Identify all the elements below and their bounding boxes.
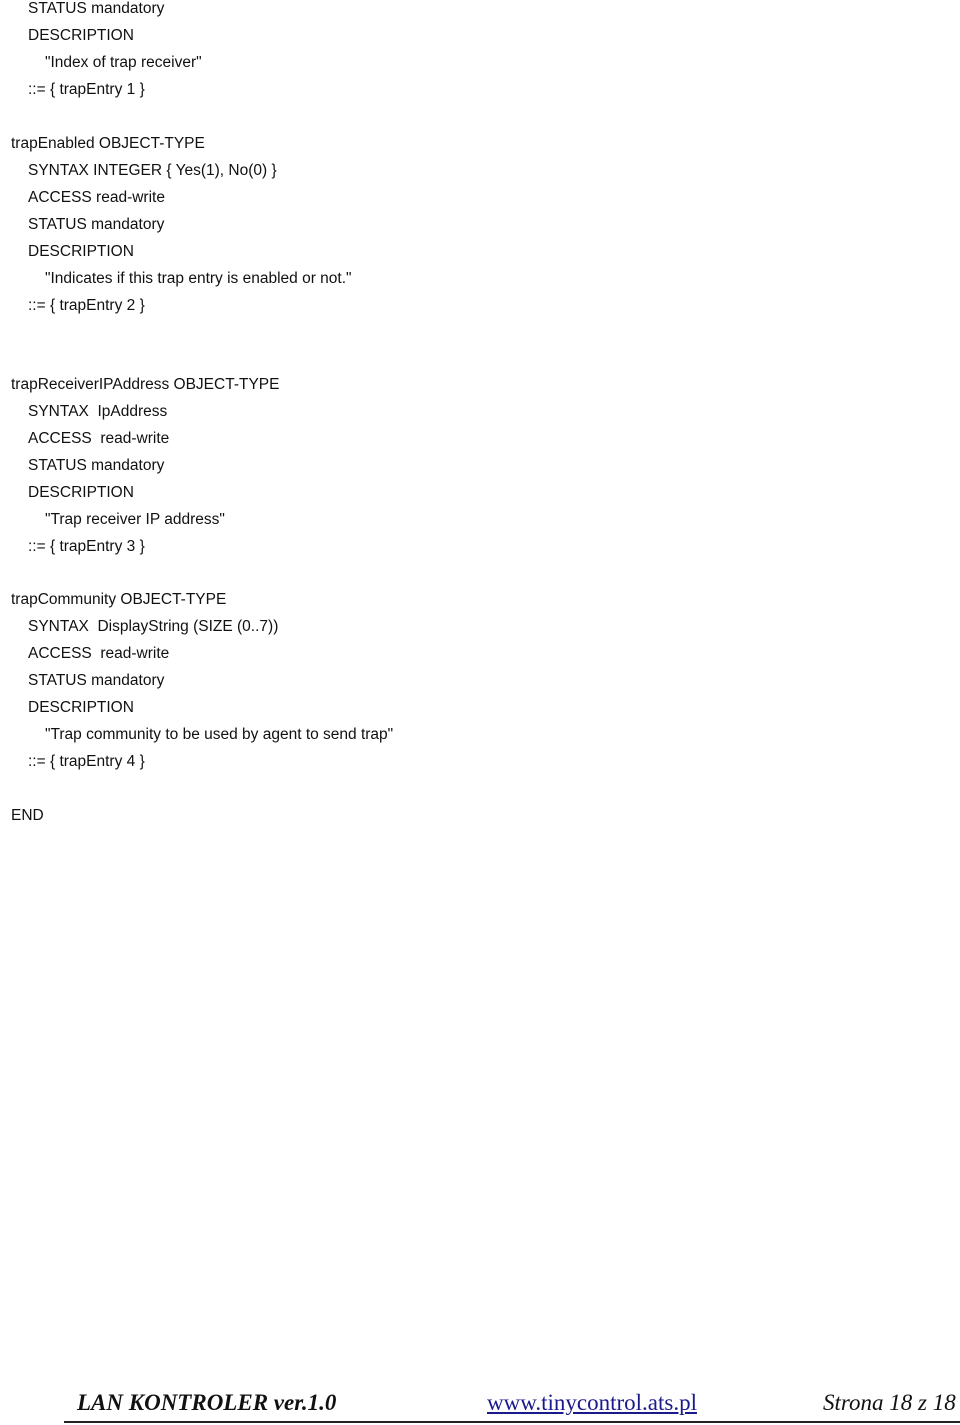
page-footer: LAN KONTROLER ver.1.0 www.tinycontrol.at… bbox=[0, 1390, 960, 1425]
page-number: Strona 18 z 18 bbox=[823, 1390, 956, 1415]
mib-line: STATUS mandatory bbox=[28, 0, 165, 17]
mib-line: "Indicates if this trap entry is enabled… bbox=[45, 270, 352, 287]
mib-object-heading: trapEnabled OBJECT-TYPE bbox=[11, 135, 205, 152]
mib-line: SYNTAX IpAddress bbox=[28, 403, 168, 420]
footer-divider bbox=[64, 1421, 960, 1423]
mib-line: ACCESS read-write bbox=[28, 645, 170, 662]
mib-line: ACCESS read-write bbox=[28, 430, 170, 447]
mib-line: "Index of trap receiver" bbox=[45, 54, 202, 71]
mib-line: ::= { trapEntry 3 } bbox=[28, 538, 145, 555]
mib-object-heading: trapReceiverIPAddress OBJECT-TYPE bbox=[11, 376, 280, 393]
mib-object-heading: trapCommunity OBJECT-TYPE bbox=[11, 591, 227, 608]
mib-line: "Trap receiver IP address" bbox=[45, 511, 225, 528]
footer-title: LAN KONTROLER ver.1.0 bbox=[77, 1390, 337, 1415]
mib-line: ::= { trapEntry 1 } bbox=[28, 81, 145, 98]
mib-line: ::= { trapEntry 4 } bbox=[28, 753, 145, 770]
mib-line: SYNTAX DisplayString (SIZE (0..7)) bbox=[28, 618, 279, 635]
mib-line: SYNTAX INTEGER { Yes(1), No(0) } bbox=[28, 162, 277, 179]
mib-line: "Trap community to be used by agent to s… bbox=[45, 726, 394, 743]
mib-end: END bbox=[11, 807, 44, 824]
mib-line: ACCESS read-write bbox=[28, 189, 165, 206]
footer-website-link[interactable]: www.tinycontrol.ats.pl bbox=[487, 1390, 697, 1416]
mib-line: DESCRIPTION bbox=[28, 484, 134, 501]
mib-line: STATUS mandatory bbox=[28, 457, 165, 474]
mib-line: DESCRIPTION bbox=[28, 699, 134, 716]
mib-line: DESCRIPTION bbox=[28, 243, 134, 260]
mib-line: STATUS mandatory bbox=[28, 216, 165, 233]
mib-line: ::= { trapEntry 2 } bbox=[28, 297, 145, 314]
mib-line: DESCRIPTION bbox=[28, 27, 134, 44]
mib-line: STATUS mandatory bbox=[28, 672, 165, 689]
